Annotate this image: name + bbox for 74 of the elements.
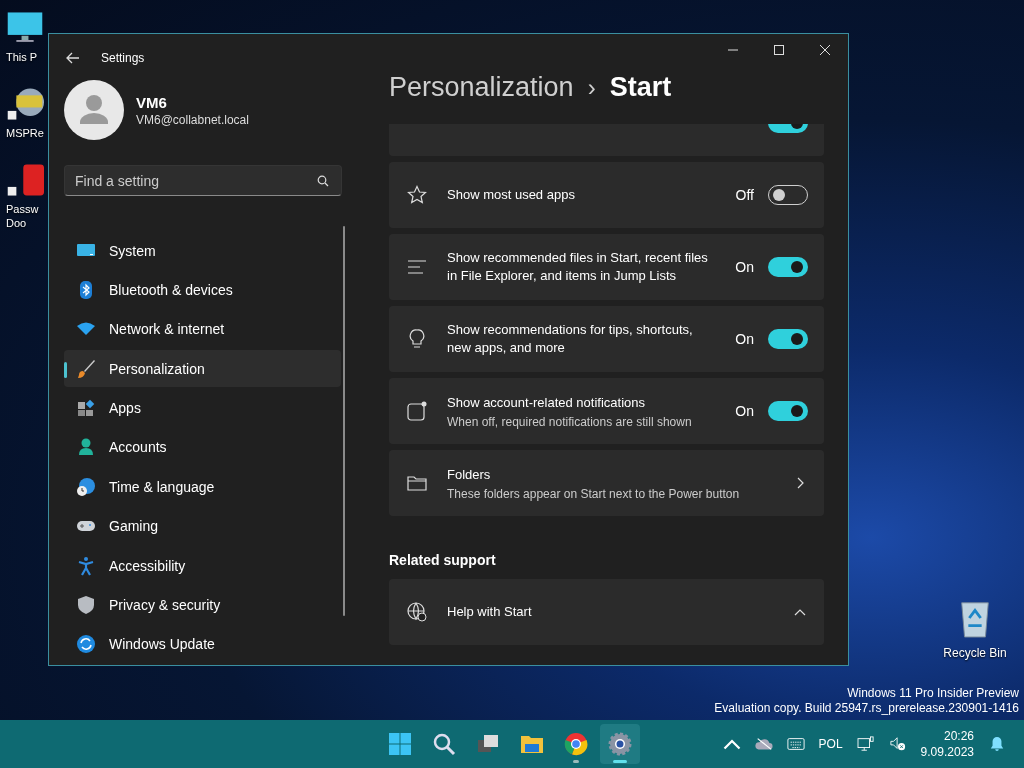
apps-icon	[76, 398, 96, 419]
toggle-switch[interactable]	[768, 401, 808, 421]
lightbulb-icon	[407, 329, 427, 349]
globe-icon	[407, 602, 427, 622]
clock-time[interactable]: 20:26	[943, 728, 974, 744]
clock-date[interactable]: 9.09.2023	[920, 744, 974, 760]
lines-icon	[407, 257, 427, 277]
setting-title: Show account-related notifications	[447, 393, 646, 412]
nav-item[interactable]: System	[64, 232, 341, 270]
setting-title: Folders	[447, 465, 492, 484]
help-card[interactable]: Help with Start	[389, 579, 824, 645]
nav-item[interactable]: Time & language	[64, 468, 341, 506]
brush-icon	[76, 358, 96, 379]
network-icon[interactable]	[856, 736, 875, 752]
nav-item[interactable]: Bluetooth & devices	[64, 271, 341, 309]
toggle-state-label: On	[735, 259, 754, 275]
setting-title: Show recommendations for tips, shortcuts, new apps, and more	[447, 321, 694, 357]
desktop-icon-label[interactable]: Passw	[6, 202, 39, 216]
setting-title: Show recommended files in Start, recent files in File Explorer, and items in Jump Lists	[447, 249, 709, 285]
avatar-icon	[64, 80, 124, 140]
setting-title: Help with Start	[447, 603, 533, 621]
back-arrow-icon[interactable]	[66, 52, 80, 64]
section-heading: Related support	[389, 552, 497, 568]
toggle-state-label: On	[735, 403, 754, 419]
chevron-right-icon[interactable]	[796, 477, 804, 489]
setting-title: Show most used apps	[447, 186, 576, 204]
window-title: Settings	[101, 51, 145, 65]
toggle-state-label: Off	[735, 187, 754, 203]
bell-icon[interactable]	[988, 736, 1006, 752]
app-icon[interactable]	[6, 162, 44, 198]
breadcrumb-parent[interactable]: Personalization	[389, 72, 574, 103]
search-icon[interactable]	[317, 175, 329, 187]
gear-icon[interactable]	[600, 724, 640, 764]
nav-item[interactable]: Personalization	[64, 350, 341, 388]
setting-description: These folders appear on Start next to the Power button	[447, 486, 741, 501]
chevron-up-icon[interactable]	[794, 608, 806, 616]
scrollbar[interactable]	[343, 226, 345, 616]
watermark-text: Evaluation copy. Build 25947.rs_prerelease.230901-1416	[714, 701, 1019, 716]
nav-item[interactable]: Apps	[64, 389, 341, 427]
keyboard-icon[interactable]	[786, 736, 805, 752]
page-title: Start	[609, 72, 672, 103]
close-icon[interactable]	[820, 45, 830, 55]
nav-item[interactable]: Gaming	[64, 507, 341, 545]
notification-icon	[407, 401, 427, 421]
desktop-icon-label[interactable]: This P	[6, 50, 38, 64]
toggle-state-label: On	[735, 331, 754, 347]
star-icon	[407, 185, 427, 205]
search-field[interactable]: Find a setting	[64, 165, 342, 196]
breadcrumb-separator: ›	[587, 74, 596, 102]
nav-item[interactable]: Accounts	[64, 428, 341, 467]
maximize-icon[interactable]	[774, 45, 784, 55]
nav-item[interactable]: Accessibility	[64, 546, 341, 585]
privacy-icon	[76, 594, 96, 615]
watermark-text: Windows 11 Pro Insider Preview	[847, 686, 1019, 701]
toggle-switch[interactable]	[768, 257, 808, 277]
nav-item[interactable]: Network & internet	[64, 310, 341, 349]
app-icon[interactable]	[6, 86, 44, 122]
time-icon	[76, 476, 96, 497]
toggle-switch[interactable]	[768, 329, 808, 349]
speaker-muted-icon[interactable]	[888, 736, 907, 752]
nav-item[interactable]: Windows Update	[64, 625, 341, 663]
update-icon	[76, 634, 96, 655]
accessibility-icon	[76, 555, 96, 576]
language-indicator[interactable]: POL	[818, 737, 843, 751]
nav-item[interactable]: Privacy & security	[64, 586, 341, 624]
desktop-icon-label[interactable]: Recycle Bin	[943, 646, 1007, 660]
user-email: VM6@collabnet.local	[136, 112, 249, 127]
accounts-icon	[76, 437, 96, 458]
cloud-off-icon[interactable]	[754, 736, 773, 752]
setting-description: When off, required notifications are still shown	[447, 414, 693, 429]
desktop-icon-label[interactable]: Doo	[6, 216, 27, 230]
user-name: VM6	[136, 93, 168, 111]
desktop-icon-label[interactable]: MSPRe	[6, 126, 44, 140]
folder-icon	[407, 473, 427, 493]
